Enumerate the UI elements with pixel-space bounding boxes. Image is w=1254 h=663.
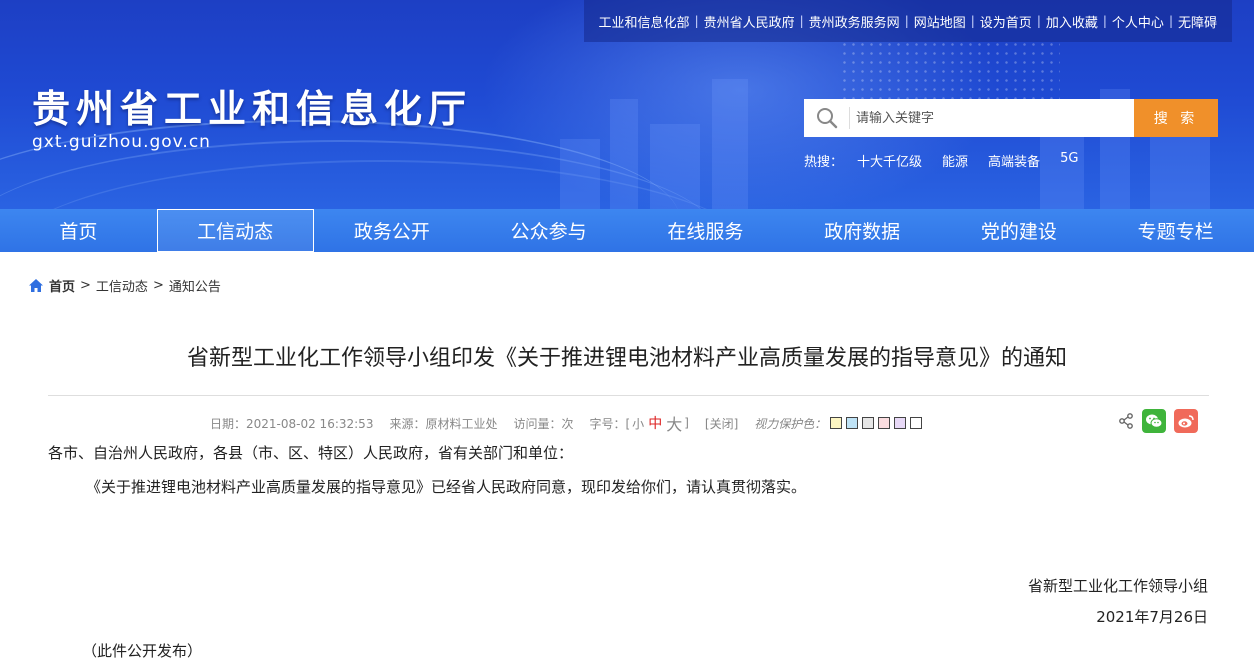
header-building <box>712 79 748 209</box>
title-divider <box>48 395 1209 396</box>
font-size-small[interactable]: 小 <box>630 415 646 432</box>
header-building <box>560 139 600 209</box>
top-link-user-center[interactable]: 个人中心 <box>1107 12 1169 31</box>
nav-item-special[interactable]: 专题专栏 <box>1097 209 1254 252</box>
site-logo[interactable]: 贵州省工业和信息化厅 gxt.guizhou.gov.cn <box>32 86 472 152</box>
breadcrumb-level1[interactable]: 工信动态 <box>96 276 148 295</box>
search-button[interactable]: 搜 索 <box>1134 99 1218 137</box>
breadcrumb-separator: > <box>152 278 164 293</box>
weibo-icon[interactable] <box>1174 409 1198 433</box>
hot-search-label: 热搜： <box>804 155 844 170</box>
color-swatch-pink[interactable] <box>878 417 891 429</box>
breadcrumb-home-label: 首页 <box>49 280 76 295</box>
main-nav: 首页 工信动态 政务公开 公众参与 在线服务 政府数据 党的建设 专题专栏 <box>0 209 1254 252</box>
top-link-favorite[interactable]: 加入收藏 <box>1041 12 1103 31</box>
site-header: 工业和信息化部 | 贵州省人民政府 | 贵州政务服务网 | 网站地图 | 设为首页 | 加… <box>0 0 1254 209</box>
site-domain: gxt.guizhou.gov.cn <box>32 132 211 152</box>
nav-item-online-service[interactable]: 在线服务 <box>627 209 784 252</box>
breadcrumb-separator: > <box>80 278 91 293</box>
article-meta: 日期：2021-08-02 16:32:53 来源：原材料工业处 访问量：次 字… <box>210 411 923 435</box>
color-swatch-yellow[interactable] <box>830 417 843 429</box>
top-link-sitemap[interactable]: 网站地图 <box>909 12 971 31</box>
top-link-homepage[interactable]: 设为首页 <box>975 12 1037 31</box>
search-input[interactable] <box>850 110 1120 126</box>
hot-term[interactable]: 高端装备 <box>988 151 1040 170</box>
top-link-service[interactable]: 贵州政务服务网 <box>804 12 905 31</box>
nav-item-gov-data[interactable]: 政府数据 <box>784 209 941 252</box>
nav-item-participation[interactable]: 公众参与 <box>470 209 627 252</box>
publish-note: （此件公开发布） <box>82 642 203 660</box>
publish-date: 日期：2021-08-02 16:32:53 <box>210 416 374 431</box>
top-link-gov[interactable]: 贵州省人民政府 <box>699 12 800 31</box>
visit-count: 访问量：次 <box>513 416 574 431</box>
color-swatch-gray[interactable] <box>862 417 875 429</box>
color-swatch-purple[interactable] <box>894 417 907 429</box>
nav-item-news[interactable]: 工信动态 <box>156 209 314 252</box>
share-bar <box>1110 409 1198 433</box>
nav-item-home[interactable]: 首页 <box>0 209 157 252</box>
top-link-miit[interactable]: 工业和信息化部 <box>594 12 695 31</box>
header-building <box>650 124 700 209</box>
eye-protect-label: 视力保护色： <box>754 416 827 431</box>
hot-term[interactable]: 能源 <box>942 151 968 170</box>
nav-item-gov-affairs[interactable]: 政务公开 <box>314 209 471 252</box>
breadcrumb: 首页 > 工信动态 > 通知公告 <box>28 276 221 295</box>
close-link[interactable]: [关闭] <box>705 415 738 432</box>
color-swatch-white[interactable] <box>910 417 923 429</box>
article-source: 来源：原材料工业处 <box>389 416 498 431</box>
article-title: 省新型工业化工作领导小组印发《关于推进锂电池材料产业高质量发展的指导意见》的通知 <box>186 346 1067 371</box>
article-signature: 省新型工业化工作领导小组 2021年7月26日 <box>1028 575 1208 627</box>
wechat-icon[interactable] <box>1142 409 1166 433</box>
header-building <box>1150 134 1210 209</box>
signature-date: 2021年7月26日 <box>1096 608 1208 626</box>
top-links-bar: 工业和信息化部 | 贵州省人民政府 | 贵州政务服务网 | 网站地图 | 设为首页 | 加… <box>583 0 1232 42</box>
article-paragraph: 《关于推进锂电池材料产业高质量发展的指导意见》已经省人民政府同意，现印发给你们，… <box>86 478 807 496</box>
search-icon <box>804 107 850 129</box>
font-size-large[interactable]: 大 <box>664 411 684 435</box>
hot-search: 热搜： 十大千亿级 能源 高端装备 5G <box>804 151 1098 170</box>
breadcrumb-home[interactable]: 首页 <box>28 276 75 295</box>
font-size-label: 字号：[ <box>589 416 631 431</box>
hot-term[interactable]: 十大千亿级 <box>857 151 922 170</box>
top-link-accessibility[interactable]: 无障碍 <box>1173 12 1222 31</box>
search-box <box>804 99 1134 137</box>
hot-term[interactable]: 5G <box>1060 151 1078 170</box>
color-swatch-blue[interactable] <box>846 417 859 429</box>
site-title: 贵州省工业和信息化厅 <box>32 87 473 131</box>
home-icon <box>29 279 43 292</box>
font-size-medium[interactable]: 中 <box>646 413 664 433</box>
article-body: 各市、自治州人民政府，各县（市、区、特区）人民政府，省有关部门和单位： 《关于推… <box>48 442 1209 498</box>
breadcrumb-level2[interactable]: 通知公告 <box>169 276 221 295</box>
share-icon[interactable] <box>1118 413 1134 429</box>
font-size-bracket: ] <box>684 416 689 430</box>
search-bar: 搜 索 <box>804 99 1218 137</box>
header-building <box>610 99 638 209</box>
article-salutation: 各市、自治州人民政府，各县（市、区、特区）人民政府，省有关部门和单位： <box>48 444 574 462</box>
signature-org: 省新型工业化工作领导小组 <box>1027 577 1208 595</box>
header-dots <box>840 40 1060 100</box>
nav-item-party[interactable]: 党的建设 <box>941 209 1098 252</box>
